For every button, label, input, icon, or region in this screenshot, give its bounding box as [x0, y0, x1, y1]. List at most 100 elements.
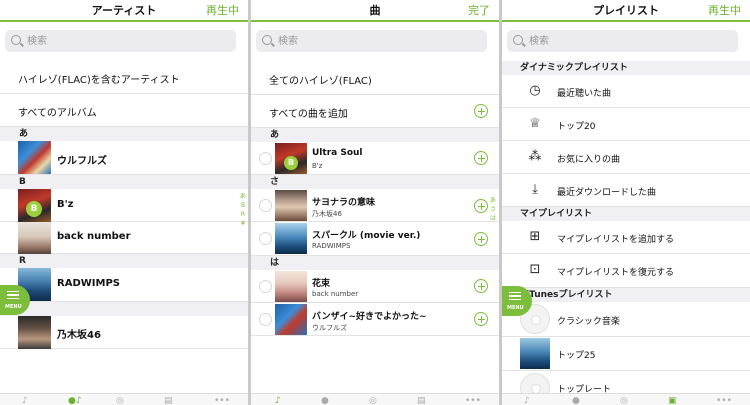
page-title: 曲: [369, 4, 381, 17]
index-item[interactable]: B: [239, 201, 247, 210]
song-row[interactable]: B Ultra Soul B'z: [251, 142, 499, 175]
add-icon[interactable]: [474, 279, 488, 293]
add-icon[interactable]: [474, 104, 488, 118]
tab-note-icon[interactable]: ♪: [524, 396, 530, 405]
song-row[interactable]: バンザイ~好きでよかった~ ウルフルズ: [251, 303, 499, 336]
artist-row[interactable]: RADWIMPS: [0, 268, 248, 302]
playlist-row[interactable]: ⁂ お気に入りの曲: [502, 141, 750, 174]
search-bar[interactable]: [5, 30, 236, 52]
section-header-dynamic: ダイナミックプレイリスト: [502, 61, 750, 75]
add-playlist-row[interactable]: ⊞ マイプレイリストを追加する: [502, 221, 750, 254]
playlists-header: プレイリスト 再生中: [502, 0, 750, 22]
tab-more-icon[interactable]: •••: [214, 396, 230, 405]
tab-album-icon[interactable]: ◎: [369, 396, 377, 405]
all-albums-row[interactable]: すべてのアルバム: [0, 94, 248, 127]
menu-label: MENU: [5, 304, 22, 310]
select-circle-icon[interactable]: [259, 313, 272, 326]
menu-button[interactable]: MENU: [502, 286, 532, 316]
add-icon[interactable]: [474, 199, 488, 213]
section-index[interactable]: あ B R #: [239, 192, 247, 228]
tab-artists-icon[interactable]: ●♪: [68, 396, 82, 405]
song-row[interactable]: スパークル (movie ver.) RADWIMPS: [251, 222, 499, 256]
index-item[interactable]: は: [489, 214, 497, 223]
playlist-name: トップ20: [557, 122, 596, 132]
index-item[interactable]: あ: [489, 196, 497, 205]
section-header-ha: は: [251, 256, 499, 270]
search-input[interactable]: [278, 33, 478, 49]
tab-list-icon[interactable]: ▤: [164, 396, 173, 405]
playlist-row[interactable]: ◷ 最近聴いた曲: [502, 75, 750, 108]
song-artist: B'z: [312, 162, 323, 170]
restore-playlist-row[interactable]: ⊡ マイプレイリストを復元する: [502, 254, 750, 288]
songs-panel: 曲 完了 全てのハイレゾ(FLAC) すべての曲を追加 あ B Ultra So…: [251, 0, 499, 405]
artist-row[interactable]: ウルフルズ: [0, 141, 248, 175]
artist-row[interactable]: back number: [0, 222, 248, 255]
section-header-a: あ: [0, 127, 248, 141]
hires-artists-label: ハイレゾ(FLAC)を含むアーティスト: [18, 75, 180, 86]
index-item[interactable]: さ: [489, 205, 497, 214]
trophy-icon: ♕: [529, 116, 541, 131]
index-item[interactable]: あ: [239, 192, 247, 201]
add-playlist-icon: ⊞: [529, 229, 541, 244]
add-all-songs-row[interactable]: すべての曲を追加: [251, 95, 499, 128]
now-playing-button[interactable]: 再生中: [708, 2, 741, 18]
tab-album-icon[interactable]: ◎: [620, 396, 628, 405]
album-art: [18, 316, 51, 349]
done-button[interactable]: 完了: [468, 2, 490, 18]
song-row[interactable]: 花束 back number: [251, 270, 499, 303]
add-icon[interactable]: [474, 312, 488, 326]
search-input[interactable]: [27, 33, 227, 49]
search-input[interactable]: [529, 33, 729, 49]
section-header-a: あ: [251, 128, 499, 142]
add-icon[interactable]: [474, 151, 488, 165]
select-circle-icon[interactable]: [259, 199, 272, 212]
tab-list-icon[interactable]: ▤: [417, 396, 426, 405]
tab-note-icon[interactable]: ♪: [22, 396, 28, 405]
section-index[interactable]: あ さ は: [489, 196, 497, 223]
artist-row[interactable]: 乃木坂46: [0, 316, 248, 349]
artists-panel: アーティスト 再生中 ハイレゾ(FLAC)を含むアーティスト すべてのアルバム …: [0, 0, 248, 405]
song-row[interactable]: サヨナラの意味 乃木坂46: [251, 189, 499, 222]
playlist-row[interactable]: クラシック音楽: [502, 302, 750, 337]
artist-name: B'z: [57, 199, 74, 210]
song-artist: RADWIMPS: [312, 242, 351, 250]
menu-button[interactable]: MENU: [0, 285, 30, 315]
playlist-row[interactable]: ♕ トップ20: [502, 108, 750, 141]
playlist-name: マイプレイリストを追加する: [557, 235, 675, 245]
tab-bar: ♪ ● ◎ ▤ •••: [251, 393, 499, 405]
tab-more-icon[interactable]: •••: [716, 396, 732, 405]
tab-artists-icon[interactable]: ●: [572, 396, 580, 405]
add-icon[interactable]: [474, 232, 488, 246]
playlist-name: 最近聴いた曲: [557, 89, 612, 99]
hires-songs-row[interactable]: 全てのハイレゾ(FLAC): [251, 62, 499, 95]
section-header-sa: さ: [251, 175, 499, 189]
tab-album-icon[interactable]: ◎: [116, 396, 124, 405]
tab-more-icon[interactable]: •••: [465, 396, 481, 405]
select-circle-icon[interactable]: [259, 232, 272, 245]
index-item[interactable]: R: [239, 210, 247, 219]
artist-name: ウルフルズ: [57, 156, 107, 167]
playlist-name: マイプレイリストを復元する: [557, 268, 675, 278]
playlist-name: クラシック音楽: [557, 317, 620, 327]
now-playing-button[interactable]: 再生中: [206, 2, 239, 18]
hamburger-icon: [509, 292, 521, 300]
playlist-row[interactable]: ⤓ 最近ダウンロードした曲: [502, 174, 750, 207]
tab-artists-icon[interactable]: ●: [321, 396, 329, 405]
song-title: スパークル (movie ver.): [312, 231, 421, 241]
tab-playlists-icon[interactable]: ▣: [668, 396, 677, 405]
search-bar[interactable]: [507, 30, 738, 52]
playlist-row[interactable]: トップ25: [502, 337, 750, 371]
tab-songs-icon[interactable]: ♪: [275, 396, 281, 405]
index-item[interactable]: #: [239, 219, 247, 228]
album-art: [275, 304, 307, 335]
album-art: [520, 338, 550, 369]
all-albums-label: すべてのアルバム: [18, 108, 97, 119]
add-all-songs-label: すべての曲を追加: [269, 109, 348, 120]
section-header-r: R: [0, 254, 248, 268]
artist-row[interactable]: B B'z: [0, 189, 248, 222]
hires-artists-row[interactable]: ハイレゾ(FLAC)を含むアーティスト: [0, 61, 248, 94]
song-title: Ultra Soul: [312, 148, 363, 158]
search-bar[interactable]: [256, 30, 487, 52]
select-circle-icon[interactable]: [259, 152, 272, 165]
select-circle-icon[interactable]: [259, 280, 272, 293]
